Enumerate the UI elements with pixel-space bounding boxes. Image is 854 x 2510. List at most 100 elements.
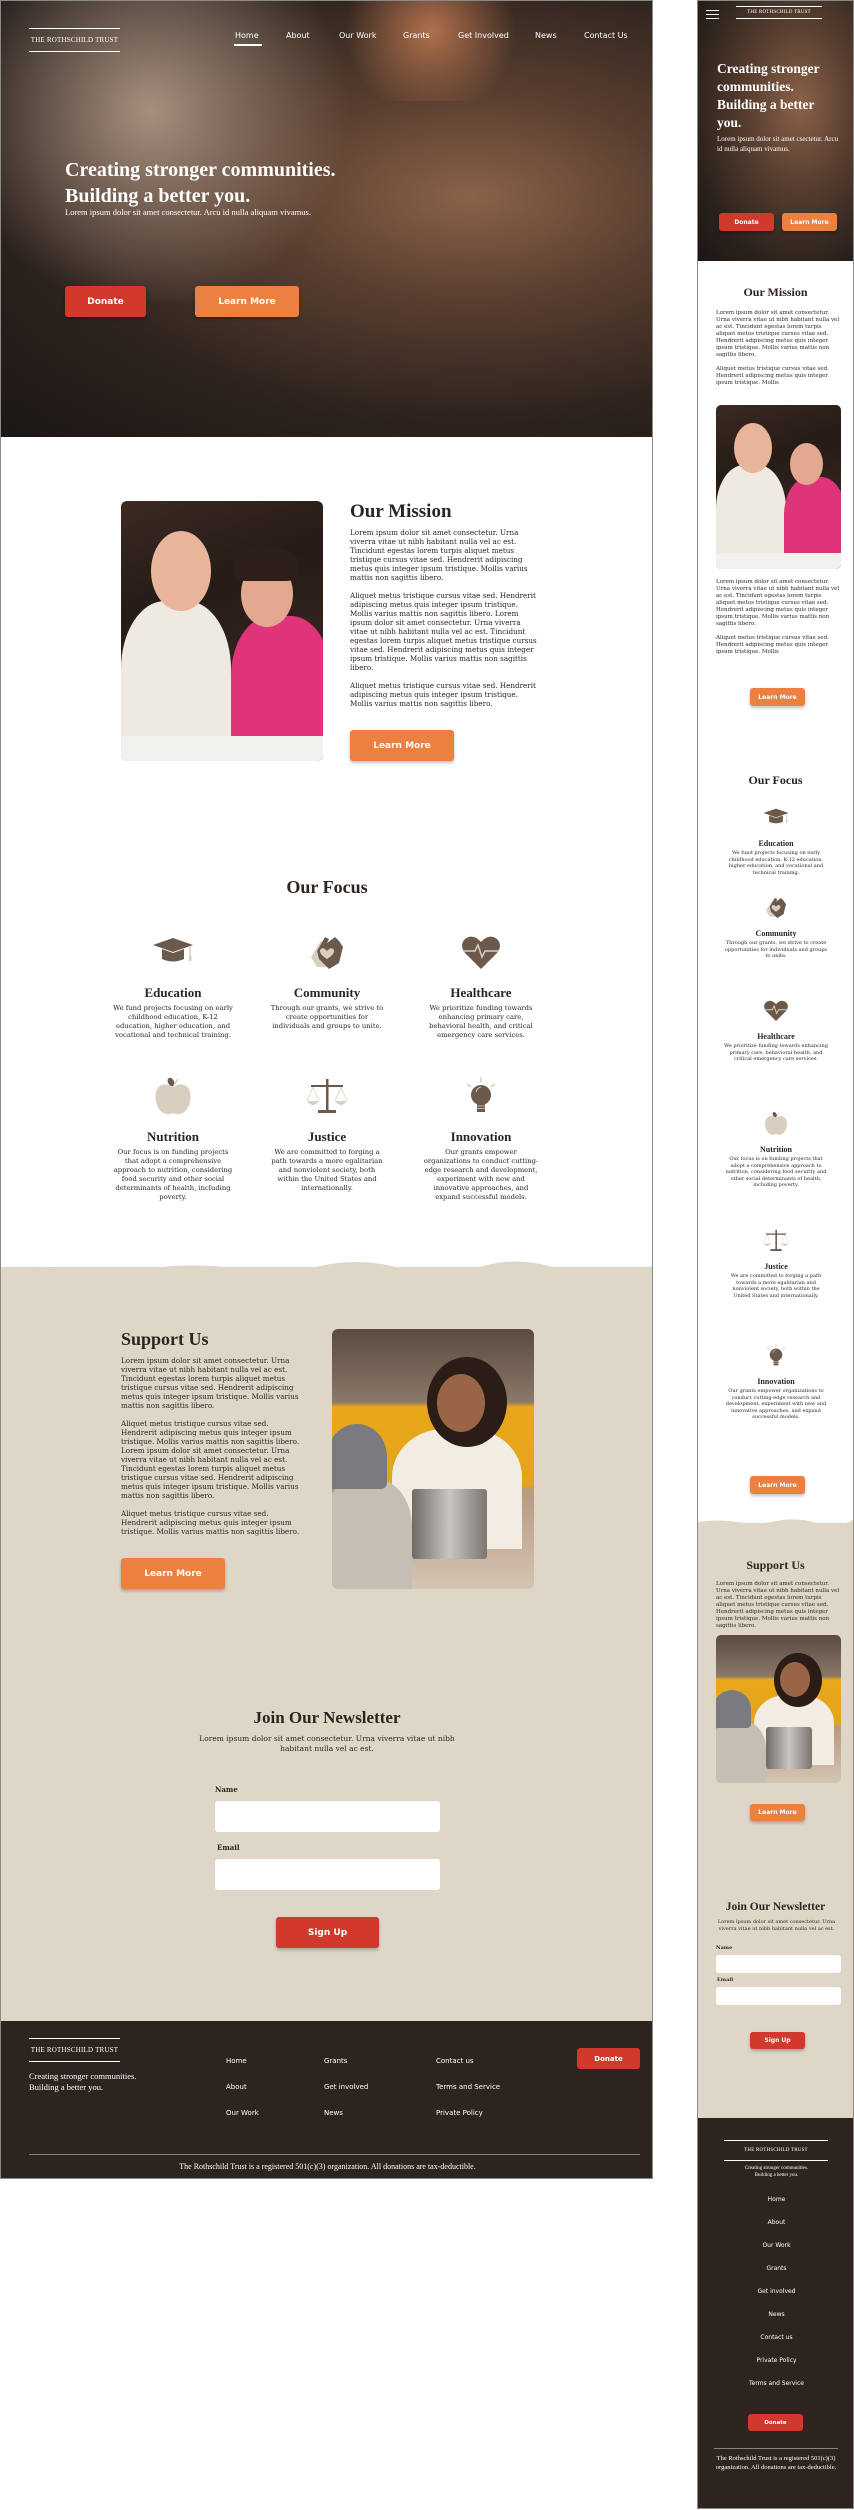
mobile-footer-link-home[interactable]: Home xyxy=(698,2196,853,2203)
mobile-logo[interactable]: THE ROTHSCHILD TRUST xyxy=(736,6,822,19)
focus-item-education: Education We fund projects focusing on e… xyxy=(113,929,233,1040)
mobile-footer-link-private-policy[interactable]: Private Policy xyxy=(698,2357,853,2364)
mobile-mission-title: Our Mission xyxy=(743,285,808,299)
nav-grants[interactable]: Grants xyxy=(403,31,430,40)
mobile-learn-more-button[interactable]: Learn More xyxy=(782,213,837,231)
footer-link-news[interactable]: News xyxy=(324,2109,343,2117)
mission-paragraph: Lorem ipsum dolor sit amet consectetur. … xyxy=(716,310,840,358)
nav-our-work[interactable]: Our Work xyxy=(339,31,376,40)
focus-item-title: Justice xyxy=(764,1262,788,1272)
footer-link-home[interactable]: Home xyxy=(226,2057,247,2065)
graduation-cap-icon xyxy=(153,938,193,962)
focus-item-title: Healthcare xyxy=(450,984,512,1000)
focus-item-title: Innovation xyxy=(757,1377,795,1387)
mobile-footer-divider xyxy=(714,2448,838,2449)
learn-more-button[interactable]: Learn More xyxy=(195,286,299,317)
footer-tagline-line2: Building a better you. xyxy=(754,2173,799,2178)
nav-get-involved[interactable]: Get Involved xyxy=(458,31,509,40)
focus-item-title: Education xyxy=(144,984,202,1000)
focus-item-title: Nutrition xyxy=(760,1145,792,1155)
mission-paragraph: Lorem ipsum dolor sit amet consectetur. … xyxy=(716,579,840,627)
name-input[interactable] xyxy=(215,1801,440,1832)
mobile-mission-text: Lorem ipsum dolor sit amet consectetur. … xyxy=(716,310,840,396)
hero-image-highlight xyxy=(331,1,531,101)
focus-item-text: Through our grants, we strive to create … xyxy=(270,1004,384,1031)
footer-link-our-work[interactable]: Our Work xyxy=(226,2109,259,2117)
mobile-focus-item-innovation: Innovation Our grants empower organizati… xyxy=(723,1341,829,1421)
nav-news[interactable]: News xyxy=(535,31,557,40)
lightbulb-icon xyxy=(466,1077,496,1112)
footer-tagline: Creating stronger communities. Building … xyxy=(29,2071,136,2093)
mobile-donate-button[interactable]: Donate xyxy=(719,213,774,231)
footer-logo[interactable]: THE ROTHSCHILD TRUST xyxy=(29,2038,120,2062)
footer-link-grants[interactable]: Grants xyxy=(324,2057,347,2065)
newsletter-text: Lorem ipsum dolor sit amet consectetur. … xyxy=(199,1734,455,1753)
mobile-footer-logo[interactable]: THE ROTHSCHILD TRUST xyxy=(724,2140,828,2161)
mobile-footer-link-news[interactable]: News xyxy=(698,2311,853,2318)
mobile-footer-donate-button[interactable]: Donate xyxy=(748,2414,803,2431)
support-title: Support Us xyxy=(121,1329,209,1349)
focus-item-healthcare: Healthcare We prioritize funding towards… xyxy=(421,929,541,1040)
mobile-footer-link-about[interactable]: About xyxy=(698,2219,853,2226)
focus-item-community: Community Through our grants, we strive … xyxy=(267,929,387,1031)
logo[interactable]: THE ROTHSCHILD TRUST xyxy=(29,28,120,52)
mobile-footer-link-get-involved[interactable]: Get involved xyxy=(698,2288,853,2295)
mobile-footer-link-our-work[interactable]: Our Work xyxy=(698,2242,853,2249)
focus-item-text: Our focus is on funding projects that ad… xyxy=(725,1156,827,1189)
scales-icon xyxy=(306,1079,348,1113)
footer-donate-button[interactable]: Donate xyxy=(577,2048,640,2069)
focus-item-text: Our grants empower organizations to cond… xyxy=(725,1388,827,1421)
mobile-footer-link-contact-us[interactable]: Contact us xyxy=(698,2334,853,2341)
email-label: Email xyxy=(217,1843,240,1852)
focus-item-title: Innovation xyxy=(450,1128,512,1144)
mobile-support-learn-more-button[interactable]: Learn More xyxy=(750,1804,805,1821)
mobile-email-label: Email xyxy=(717,1977,734,1983)
mobile-name-input[interactable] xyxy=(716,1955,841,1973)
hamburger-icon[interactable] xyxy=(706,10,719,20)
focus-item-text: Through our grants, we strive to create … xyxy=(724,940,828,960)
nav-contact-us[interactable]: Contact Us xyxy=(584,31,628,40)
sign-up-button[interactable]: Sign Up xyxy=(276,1917,379,1948)
mobile-support-text: Lorem ipsum dolor sit amet consectetur. … xyxy=(716,1581,840,1629)
footer-link-terms-and-service[interactable]: Terms and Service xyxy=(436,2083,500,2091)
footer-link-get-involved[interactable]: Get involved xyxy=(324,2083,368,2091)
footer-tagline-line1: Creating stronger communities. xyxy=(29,2071,137,2081)
focus-item-text: We prioritize funding towards enhancing … xyxy=(724,1043,828,1063)
footer: THE ROTHSCHILD TRUST Creating stronger c… xyxy=(1,2021,652,2178)
copyright: The Rothschild Trust is a registered 501… xyxy=(179,2162,476,2171)
focus-item-text: We are committed to forging a path towar… xyxy=(730,1273,822,1299)
mobile-support-photo xyxy=(716,1635,841,1783)
mobile-footer-link-grants[interactable]: Grants xyxy=(698,2265,853,2272)
focus-item-text: Our focus is on funding projects that ad… xyxy=(113,1148,233,1202)
support-learn-more-button[interactable]: Learn More xyxy=(121,1558,225,1589)
donate-button[interactable]: Donate xyxy=(65,286,146,317)
mobile-email-input[interactable] xyxy=(716,1987,841,2005)
newsletter-title: Join Our Newsletter xyxy=(253,1708,401,1727)
mobile-footer: THE ROTHSCHILD TRUST Creating stronger c… xyxy=(698,2118,853,2508)
nav-about[interactable]: About xyxy=(286,31,310,40)
heartbeat-icon xyxy=(764,1000,788,1021)
nav-home[interactable]: Home xyxy=(235,31,259,40)
footer-link-about[interactable]: About xyxy=(226,2083,247,2091)
hands-heart-icon xyxy=(311,937,343,969)
email-input[interactable] xyxy=(215,1859,440,1890)
lightbulb-icon xyxy=(766,1343,786,1366)
mobile-footer-link-terms-and-service[interactable]: Terms and Service xyxy=(698,2380,853,2387)
focus-item-title: Community xyxy=(293,984,361,1000)
mobile-newsletter-text: Lorem ipsum dolor sit amet consectetur. … xyxy=(717,1919,836,1932)
mobile-mission-learn-more-button[interactable]: Learn More xyxy=(750,688,805,706)
mobile-hero-section: THE ROTHSCHILD TRUST Creating stronger c… xyxy=(698,1,853,261)
focus-item-title: Justice xyxy=(307,1128,347,1144)
footer-link-private-policy[interactable]: Private Policy xyxy=(436,2109,483,2117)
footer-logo-text: THE ROTHSCHILD TRUST xyxy=(30,2046,119,2054)
mission-title: Our Mission xyxy=(350,501,452,522)
mobile-sign-up-button[interactable]: Sign Up xyxy=(750,2032,805,2049)
mission-learn-more-button[interactable]: Learn More xyxy=(350,730,454,761)
mobile-focus-title: Our Focus xyxy=(748,773,803,787)
footer-link-contact-us[interactable]: Contact us xyxy=(436,2057,474,2065)
mobile-focus-learn-more-button[interactable]: Learn More xyxy=(750,1476,805,1494)
mobile-support-title: Support Us xyxy=(746,1558,805,1572)
mobile-logo-text: THE ROTHSCHILD TRUST xyxy=(747,10,811,15)
mobile-newsletter-title: Join Our Newsletter xyxy=(725,1901,826,1913)
heartbeat-icon xyxy=(462,936,500,969)
